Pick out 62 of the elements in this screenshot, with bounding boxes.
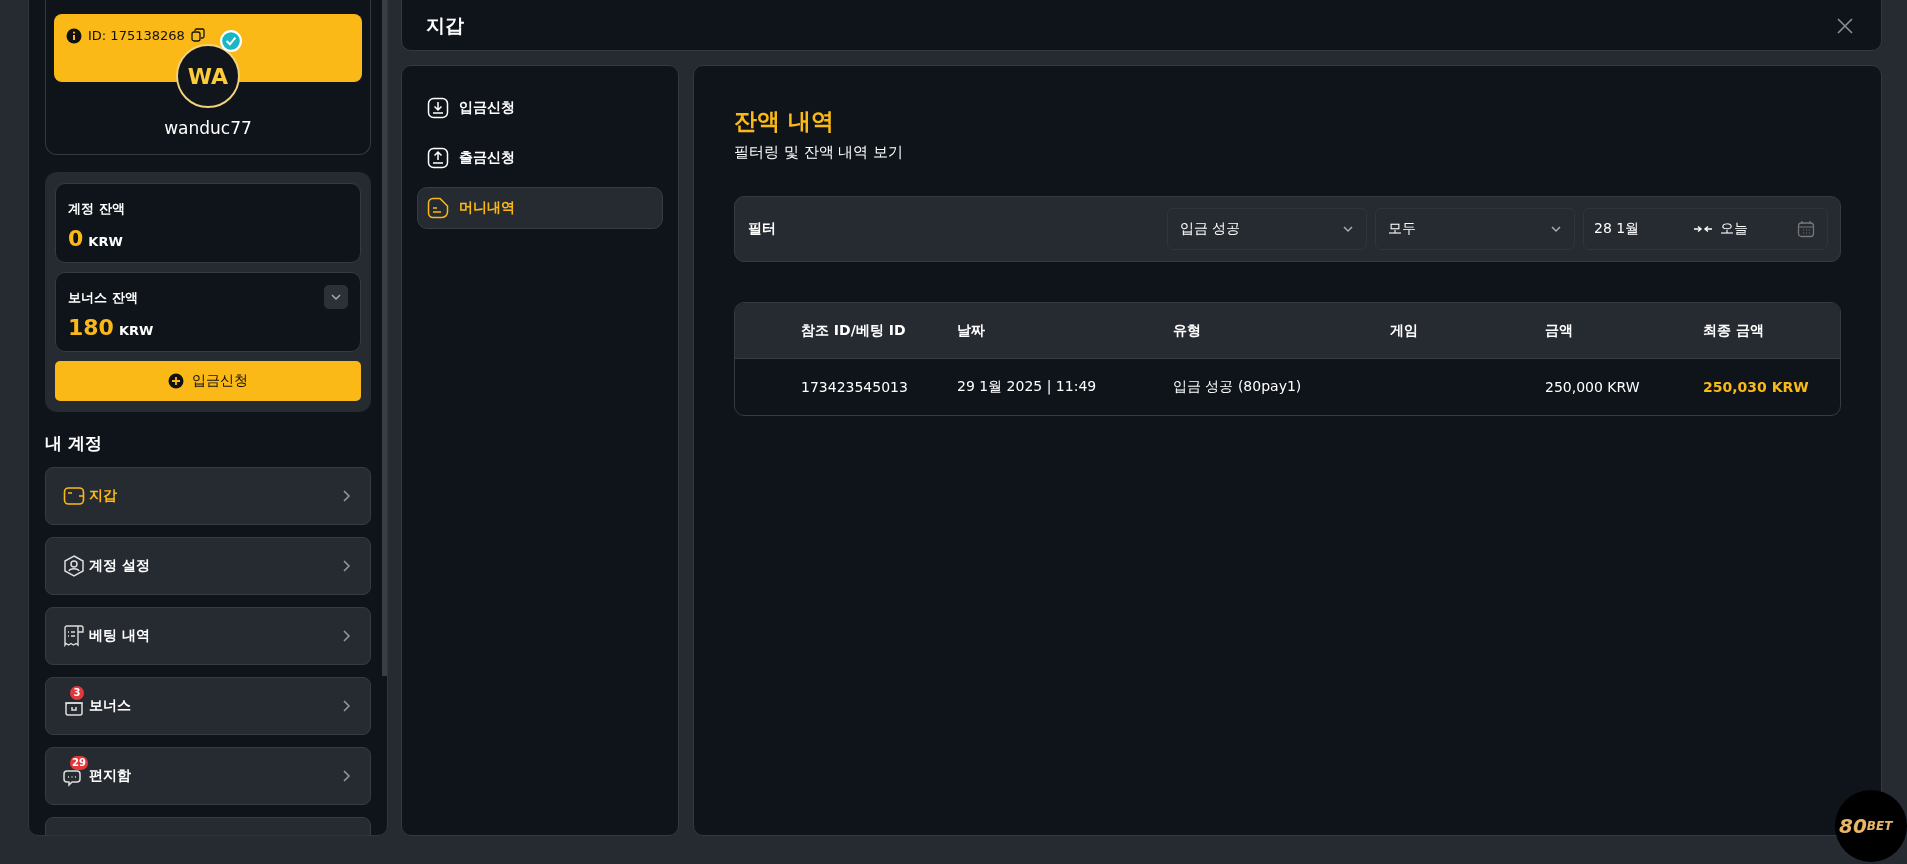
plus-icon [168,373,184,389]
balance-label: 계정 잔액 [68,200,125,218]
upload-icon [427,147,449,169]
chevron-right-icon [342,489,352,503]
currency-label: KRW [118,323,154,338]
type-select[interactable]: 입금 성공 [1167,208,1367,250]
date-range-field[interactable]: 28 1월 오늘 [1583,208,1828,250]
chevron-right-icon [342,559,352,573]
close-icon[interactable] [1837,17,1853,34]
date-from: 28 1월 [1594,220,1641,238]
page-title: 잔액 내역 [734,107,835,136]
table-cell-text: 173423545013 [801,379,909,395]
balance-label: 보너스 잔액 [68,289,138,307]
download-icon [427,97,449,119]
wallet-menu-item[interactable]: 입금신청 [417,87,663,129]
user-id: ID: 175138268 [88,28,185,44]
status-select[interactable]: 모두 [1375,208,1575,250]
chevron-right-icon [342,699,352,713]
table-cell-text: 입금 성공 (80pay1) [1173,378,1303,396]
balance-amount: 0 [68,226,84,251]
chevron-right-icon [342,769,352,783]
wallet-menu-item[interactable]: 출금신청 [417,137,663,179]
column-header: 게임 [1390,321,1419,340]
receipt-icon [63,625,85,647]
column-header: 유형 [1173,321,1202,340]
account-menu-item[interactable]: 계정 설정 [45,537,371,595]
copy-icon[interactable] [190,28,205,42]
filter-label: 필터 [748,220,777,238]
chevron-down-icon [1550,223,1562,235]
account-menu-item[interactable]: 지갑 [45,467,371,525]
account-menu-item[interactable]: 베팅 내역 [45,607,371,665]
table-cell-text: 29 1월 2025 | 11:49 [957,378,1098,396]
column-header: 참조 ID/베팅 ID [801,321,907,340]
notification-badge: 29 [70,756,88,770]
table-cell-text: 250,000 KRW [1545,379,1641,395]
chevron-down-icon [1342,223,1354,235]
chevron-right-icon [342,629,352,643]
arrows-icon [1694,224,1712,234]
username: wanduc77 [164,118,252,138]
column-header: 날짜 [957,321,986,340]
calendar-icon [1797,220,1815,238]
user-icon [63,555,85,577]
currency-label: KRW [88,234,123,249]
account-menu-item[interactable]: 29 편지함 [45,747,371,805]
account-menu-item[interactable]: 3 보너스 [45,677,371,735]
section-title: 내 계정 [45,432,103,455]
info-icon [66,28,82,44]
avatar: WA [176,44,240,108]
chevron-down-icon [330,291,342,303]
date-to: 오늘 [1720,220,1749,238]
column-header: 금액 [1545,321,1574,340]
dialog-title: 지갑 [426,12,464,38]
column-header: 최종 금액 [1703,321,1765,340]
expand-button[interactable] [324,285,348,309]
document-icon [427,197,449,219]
table-cell-text: 250,030 KRW [1703,379,1810,395]
wallet-icon [63,485,85,507]
notification-badge: 3 [70,686,84,700]
wallet-menu-item[interactable]: 머니내역 [417,187,663,229]
balance-amount: 180 [68,315,114,340]
deposit-button[interactable]: 입금신청 [55,361,361,401]
page-subtitle: 필터링 및 잔액 내역 보기 [734,143,905,162]
